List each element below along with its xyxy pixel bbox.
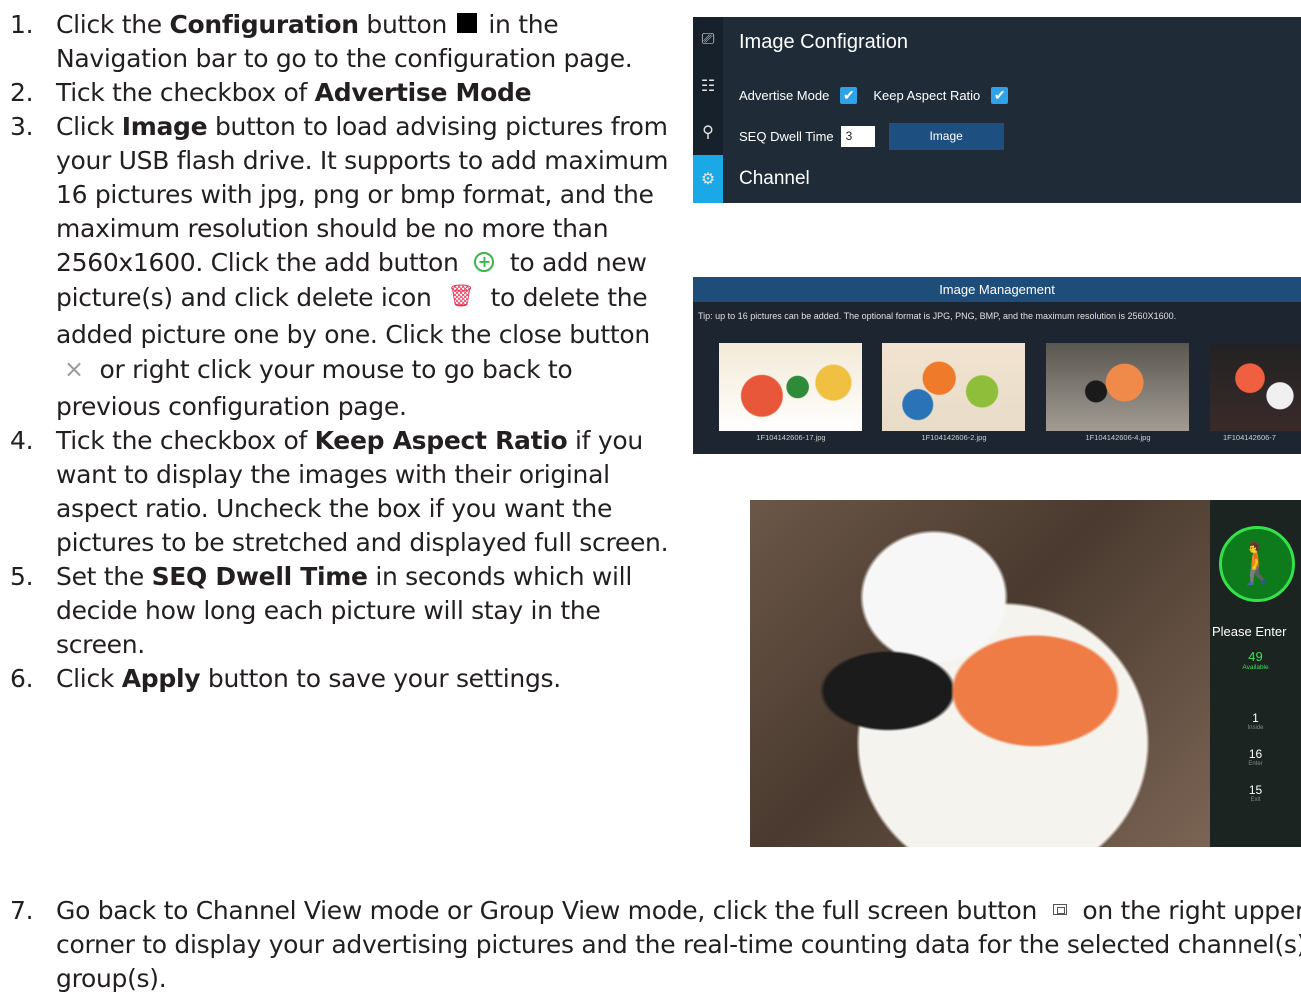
fullscreen-icon: [1052, 903, 1067, 915]
step-text: Go back to Channel View mode or Group Vi…: [56, 896, 1045, 925]
walking-person-icon: 🚶: [1219, 526, 1295, 602]
step-number: 1.: [10, 10, 34, 39]
page-title: Image Configration: [739, 31, 908, 53]
step-text: Click the: [56, 10, 170, 39]
step-keyword: Image: [121, 112, 208, 141]
image-config-panel: ⎚ ☷ ⚲ ⚙ Image Configration Advertise Mod…: [693, 17, 1301, 203]
dialog-title: Image Management: [693, 277, 1301, 302]
step-keyword: Keep Aspect Ratio: [314, 426, 568, 455]
step-number: 5.: [10, 562, 34, 591]
step-keyword: Advertise Mode: [314, 78, 532, 107]
tip-text: Tip: up to 16 pictures can be added. The…: [698, 311, 1177, 321]
config-square-icon: [456, 13, 477, 33]
dwell-time-label: SEQ Dwell Time: [739, 129, 834, 144]
gear-icon[interactable]: ⚙: [693, 155, 723, 203]
add-circle-icon: +: [474, 252, 495, 272]
step-keyword: Configuration: [169, 10, 360, 39]
image-filename: 1F104142606-17.jpg: [756, 433, 826, 442]
image-thumbnail[interactable]: [1210, 343, 1301, 431]
image-management-panel: Image Management Tip: up to 16 pictures …: [693, 277, 1301, 454]
exit-label: Exit: [1250, 797, 1261, 803]
inside-count: 1: [1252, 711, 1259, 725]
exit-count: 15: [1248, 783, 1263, 797]
image-filename: 1F104142606-2.jpg: [921, 433, 987, 442]
enter-count: 16: [1248, 747, 1263, 761]
step-text: Set the: [56, 562, 152, 591]
search-icon[interactable]: ⚲: [693, 109, 723, 155]
keep-aspect-label: Keep Aspect Ratio: [873, 88, 981, 103]
inside-label: Inside: [1247, 725, 1264, 731]
keep-aspect-checkbox[interactable]: ✔: [991, 87, 1009, 104]
enter-label: Enter: [1248, 761, 1263, 767]
available-count: 49: [1248, 649, 1263, 664]
counting-sidebar: 🚶 Please Enter 49 Available 1 Inside 16 …: [1210, 500, 1301, 847]
advertising-display: 🚶 Please Enter 49 Available 1 Inside 16 …: [750, 500, 1301, 847]
image-button[interactable]: Image: [888, 123, 1004, 150]
image-filename: 1F104142606-7: [1223, 433, 1276, 442]
step-number: 4.: [10, 426, 34, 455]
step-keyword: SEQ Dwell Time: [151, 562, 368, 591]
image-thumbnail[interactable]: [719, 343, 862, 431]
step-6: 6. Click Apply button to save your setti…: [0, 662, 670, 696]
dwell-time-input[interactable]: 3: [840, 126, 875, 147]
trash-icon: 🗑: [447, 284, 475, 309]
tree-icon[interactable]: ☷: [693, 63, 723, 109]
step-number: 7.: [10, 896, 34, 925]
instruction-steps: 1. Click the Configuration button in the…: [0, 8, 670, 696]
side-nav: ⎚ ☷ ⚲ ⚙: [693, 17, 723, 203]
mode-row: Advertise Mode ✔ Keep Aspect Ratio ✔: [739, 87, 1024, 104]
display-icon[interactable]: ⎚: [693, 17, 723, 63]
step-text: or right click your mouse to go back to …: [56, 355, 573, 421]
advertising-photo: [750, 500, 1210, 847]
step-text: Tick the checkbox of: [56, 78, 315, 107]
step-7: 7. Go back to Channel View mode or Group…: [0, 894, 1301, 996]
image-filename: 1F104142606-4.jpg: [1085, 433, 1151, 442]
advertise-mode-label: Advertise Mode: [739, 88, 830, 103]
step-text: Tick the checkbox of: [56, 426, 315, 455]
channel-section-label: Channel: [739, 168, 810, 189]
step-1: 1. Click the Configuration button in the…: [0, 8, 670, 76]
image-thumbnail[interactable]: [882, 343, 1025, 431]
step-text: Click: [56, 664, 122, 693]
step-3: 3. Click Image button to load advising p…: [0, 110, 670, 424]
step-keyword: Apply: [121, 664, 201, 693]
advertise-mode-checkbox[interactable]: ✔: [840, 87, 858, 104]
image-thumbnail[interactable]: [1046, 343, 1189, 431]
dwell-row: SEQ Dwell Time 3 Image: [739, 123, 1004, 150]
close-icon: ×: [64, 355, 84, 383]
prompt-text: Please Enter: [1212, 624, 1287, 639]
step-text: button to save your settings.: [200, 664, 561, 693]
step-text: button: [358, 10, 455, 39]
available-label: Available: [1242, 664, 1269, 671]
step-number: 3.: [10, 112, 34, 141]
step-number: 6.: [10, 664, 34, 693]
step-2: 2. Tick the checkbox of Advertise Mode: [0, 76, 670, 110]
step-4: 4. Tick the checkbox of Keep Aspect Rati…: [0, 424, 670, 560]
step-text: Click: [56, 112, 122, 141]
step-5: 5. Set the SEQ Dwell Time in seconds whi…: [0, 560, 670, 662]
step-number: 2.: [10, 78, 34, 107]
